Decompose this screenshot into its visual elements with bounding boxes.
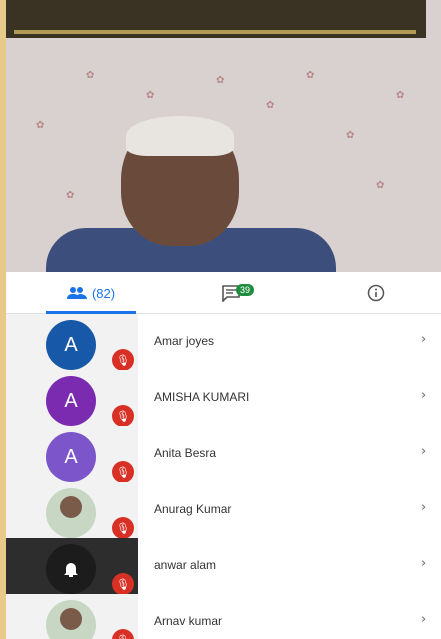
mic-off-icon: 🎙 — [112, 517, 134, 539]
tab-people[interactable]: (82) — [36, 272, 146, 314]
participant-row[interactable]: 🎙 anwar alam › — [6, 538, 441, 595]
wallpaper-pattern: ✿ — [396, 90, 405, 101]
tab-bar: (82) — [6, 272, 441, 314]
chevron-right-icon[interactable]: › — [421, 332, 426, 347]
bell-icon — [64, 563, 78, 577]
avatar: A — [46, 320, 96, 370]
wallpaper-pattern: ✿ — [36, 120, 45, 131]
wallpaper-pattern: ✿ — [376, 180, 385, 191]
avatar-photo — [46, 544, 96, 594]
participant-name: Anita Besra — [154, 446, 217, 460]
participant-row[interactable]: 🎙 Anurag Kumar › — [6, 482, 441, 539]
wallpaper-pattern: ✿ — [266, 100, 275, 111]
tab-info[interactable] — [351, 272, 401, 314]
avatar-cell: 🎙 — [6, 482, 138, 539]
video-feed: ✿ ✿ ✿ ✿ ✿ ✿ ✿ ✿ ✿ ✿ ✿ — [6, 0, 441, 272]
mic-off-icon: 🎙 — [112, 405, 134, 427]
chat-badge: 39 — [236, 284, 255, 296]
avatar-cell: A 🎙 — [6, 314, 138, 371]
chevron-right-icon[interactable]: › — [421, 444, 426, 459]
participant-name: anwar alam — [154, 558, 217, 572]
avatar-cell: 🎙 — [6, 594, 138, 639]
avatar-photo — [46, 488, 96, 538]
mic-off-icon: 🎙 — [112, 461, 134, 483]
participant-row[interactable]: A 🎙 AMISHA KUMARI › — [6, 370, 441, 427]
wallpaper-pattern: ✿ — [346, 130, 355, 141]
mic-off-icon: 🎙 — [112, 349, 134, 371]
info-icon — [367, 284, 385, 302]
wallpaper-pattern: ✿ — [306, 70, 315, 81]
avatar: A — [46, 432, 96, 482]
avatar-photo — [46, 600, 96, 639]
picture-frame — [6, 0, 426, 38]
wallpaper-pattern: ✿ — [86, 70, 95, 81]
participant-name: Anurag Kumar — [154, 502, 232, 516]
participant-name: Amar joyes — [154, 334, 215, 348]
avatar-cell: A 🎙 — [6, 426, 138, 483]
wallpaper-pattern: ✿ — [146, 90, 155, 101]
people-icon — [66, 287, 87, 299]
avatar-cell: A 🎙 — [6, 370, 138, 427]
avatar: A — [46, 376, 96, 426]
participant-name: AMISHA KUMARI — [154, 390, 250, 404]
avatar-cell: 🎙 — [6, 538, 138, 595]
people-count: (82) — [91, 285, 116, 301]
participant-name: Arnav kumar — [154, 614, 223, 628]
participant-list: A 🎙 Amar joyes › A 🎙 AMISHA KUMARI › A 🎙… — [6, 314, 441, 639]
chevron-right-icon[interactable]: › — [421, 388, 426, 403]
participant-row[interactable]: A 🎙 Anita Besra › — [6, 426, 441, 483]
wallpaper-pattern: ✿ — [216, 75, 225, 86]
chevron-right-icon[interactable]: › — [421, 500, 426, 515]
mic-off-icon: 🎙 — [112, 573, 134, 595]
chevron-right-icon[interactable]: › — [421, 612, 426, 627]
participant-row[interactable]: 🎙 Arnav kumar › — [6, 594, 441, 639]
mic-off-icon: 🎙 — [112, 629, 134, 639]
speaker — [46, 116, 346, 272]
participant-row[interactable]: A 🎙 Amar joyes › — [6, 314, 441, 371]
chevron-right-icon[interactable]: › — [421, 556, 426, 571]
